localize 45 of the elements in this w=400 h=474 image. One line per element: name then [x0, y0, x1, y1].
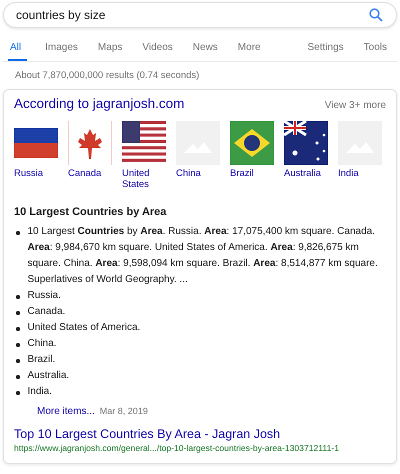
tab[interactable]: More — [238, 38, 261, 61]
result-title-link[interactable]: Top 10 Largest Countries By Area - Jagran Josh — [14, 427, 386, 441]
source-link[interactable]: According to jagranjosh.com — [14, 96, 184, 111]
search-icon[interactable] — [369, 8, 383, 22]
list-item-text: Australia. — [28, 369, 70, 383]
tab[interactable]: News — [192, 38, 218, 61]
bullet-icon — [16, 327, 20, 330]
result-stats: About 7,870,000,000 results (0.74 seconds) — [14, 69, 200, 81]
bullet-icon — [16, 359, 20, 362]
flag-icon[interactable] — [284, 121, 328, 165]
image-caption-link[interactable]: Russia — [14, 168, 58, 179]
tab[interactable]: Videos — [142, 38, 173, 61]
search-field[interactable]: countries by size — [3, 2, 397, 28]
list-item-text: 10 Largest Countries by Area. Russia. Area: 17,075,400 km square. Canada. Area: 9,984,670 km square. United States of America. Area: 9,826,675 km square. China. Area: 9,598,094 km square. Brazil. Area: 8,514,877 km square. Superlatives of World Geography. ... — [28, 225, 379, 287]
tab[interactable]: Tools — [364, 38, 387, 61]
view-more-link[interactable]: View 3+ more — [324, 100, 386, 111]
bullet-icon — [16, 295, 20, 298]
tab[interactable]: Settings — [308, 38, 344, 61]
list-item-text: United States of America. — [28, 321, 140, 335]
list-item-text: Canada. — [28, 305, 66, 319]
result-url: https://www.jagranjosh.com/general.../top-10-largest-countries-by-area-1303712111-1 — [14, 443, 340, 453]
bullet-icon — [16, 375, 20, 378]
image-caption-link[interactable]: Brazil — [230, 168, 274, 179]
snippet-heading: 10 Largest Countries by Area — [14, 206, 168, 218]
image-caption-link[interactable]: United States — [122, 168, 166, 190]
more-items-link[interactable]: More items... — [37, 406, 95, 417]
flag-icon[interactable] — [230, 121, 274, 165]
maple-leaf-flag-icon[interactable] — [68, 121, 112, 165]
bullet-icon — [16, 311, 20, 314]
tab[interactable]: Maps — [98, 38, 122, 61]
list-item-text: China. — [28, 337, 56, 351]
bullet-icon — [16, 343, 20, 346]
bullet-icon — [16, 391, 20, 394]
tab[interactable]: Images — [45, 38, 78, 61]
bullet-icon — [16, 231, 20, 234]
image-caption-link[interactable]: Australia — [284, 168, 328, 179]
list-item-text: Brazil. — [28, 353, 56, 367]
image-caption-link[interactable]: India — [338, 168, 382, 179]
tab[interactable]: All — [8, 38, 28, 61]
image-caption-link[interactable]: Canada — [68, 168, 112, 179]
result-date: Mar 8, 2019 — [100, 406, 148, 416]
image-caption-link[interactable]: China — [176, 168, 220, 179]
list-item-text: Russia. — [28, 289, 61, 303]
striped-flag-icon[interactable] — [122, 121, 166, 165]
list-item-text: India. — [28, 385, 52, 399]
